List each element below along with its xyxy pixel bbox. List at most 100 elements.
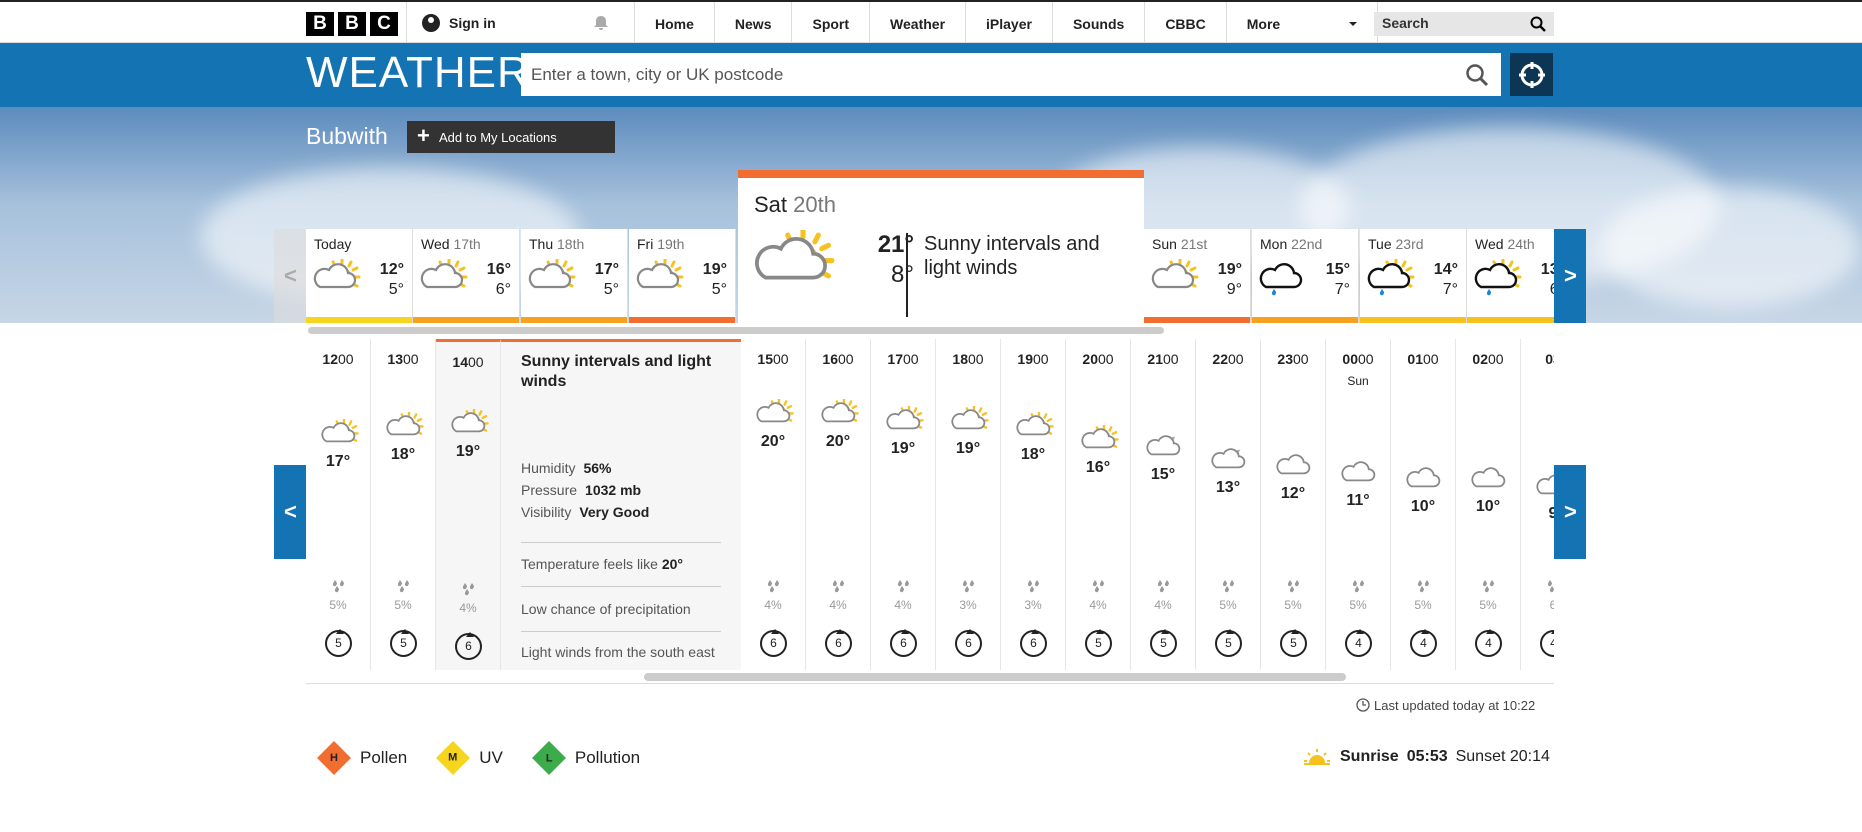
nav-sport[interactable]: Sport — [791, 2, 869, 44]
hour-column[interactable]: 0200 10° 5% 4 — [1456, 339, 1521, 670]
nav-iplayer[interactable]: iPlayer — [965, 2, 1052, 44]
hours-prev-button[interactable]: < — [274, 465, 306, 559]
bell-icon[interactable] — [592, 14, 610, 32]
clock-icon — [1356, 698, 1370, 712]
hour-column[interactable]: 1700 19° 4% 6 — [871, 339, 936, 670]
day-weekday: Sun — [1152, 236, 1177, 252]
day-tile[interactable]: Wed 17th 16° 6° — [413, 229, 520, 323]
hour-hours: 00 — [1342, 351, 1358, 367]
hour-column[interactable]: 2000 16° 4% 5 — [1066, 339, 1131, 670]
day-name: Tue 23rd — [1368, 236, 1424, 252]
day-tile[interactable]: Mon 22nd 15° 7° — [1252, 229, 1359, 323]
detail-title: Sunny intervals and light winds — [521, 353, 712, 390]
hourly-scrollbar[interactable] — [644, 673, 1346, 681]
nav-home[interactable]: Home — [634, 2, 714, 44]
hours-next-button[interactable]: > — [1554, 465, 1586, 559]
selected-day-card[interactable]: Sat 20th 21° 8° Sunny intervals and ligh… — [738, 170, 1144, 323]
day-tile[interactable]: Today 12° 5° — [306, 229, 413, 323]
bbc-logo-b2: B — [338, 12, 366, 36]
hour-column[interactable]: 1400 19° 4% 6 — [436, 339, 501, 670]
humidity-row: Humidity 56% — [521, 460, 612, 476]
add-to-my-locations-button[interactable]: + Add to My Locations — [407, 121, 615, 153]
light-rain-icon — [1258, 259, 1308, 304]
sign-in-link[interactable]: Sign in — [406, 2, 581, 44]
sunny-intervals-icon — [312, 257, 362, 304]
hour-time: 2100 — [1131, 351, 1195, 367]
day-tile[interactable]: Thu 18th 17° 5° — [521, 229, 628, 323]
top-nav: Home News Sport Weather iPlayer Sounds C… — [634, 2, 1378, 44]
sunny-intervals-icon — [885, 404, 925, 443]
precipitation-chance: 5% — [329, 598, 347, 612]
hour-column[interactable]: 1300 18° 5% 5 — [371, 339, 436, 670]
locate-me-button[interactable] — [1510, 53, 1553, 96]
hour-column[interactable]: 1800 19° 3% 6 — [936, 339, 1001, 670]
weather-logo[interactable]: WEATHER — [306, 48, 530, 98]
day-tile[interactable]: Fri 19th 19° 5° — [629, 229, 736, 323]
search-icon[interactable] — [1465, 63, 1489, 87]
day-name: Fri 19th — [637, 236, 684, 252]
index-uv[interactable]: M UV — [436, 741, 503, 775]
chevron-right-icon: > — [1564, 263, 1577, 288]
precipitation-chance: 3% — [959, 598, 977, 612]
location-search-input[interactable]: Enter a town, city or UK postcode — [521, 53, 1501, 96]
nav-cbbc[interactable]: CBBC — [1144, 2, 1225, 44]
days-prev-button[interactable]: < — [274, 229, 306, 323]
hour-temperature: 16° — [1085, 459, 1111, 476]
day-weekday: Thu — [529, 236, 554, 252]
rain-drops-icon — [1131, 579, 1195, 598]
user-icon — [422, 14, 440, 32]
precipitation-chance: 3% — [1024, 598, 1042, 612]
index-pollen[interactable]: H Pollen — [317, 741, 408, 775]
pressure-row: Pressure 1032 mb — [521, 482, 641, 498]
nav-weather[interactable]: Weather — [869, 2, 965, 44]
last-updated-text: Last updated today at 10:22 — [1374, 698, 1536, 713]
wind-text: Light winds from the south east — [521, 644, 715, 660]
index-label: Pollen — [360, 748, 408, 767]
hour-column[interactable]: 1500 20° 4% 6 — [741, 339, 806, 670]
hour-temperature: 19° — [455, 442, 481, 460]
hour-minutes: 00 — [968, 351, 984, 367]
rain-drops-icon — [1456, 579, 1520, 598]
index-pollution[interactable]: L Pollution — [531, 741, 640, 775]
nav-more[interactable]: More — [1225, 2, 1378, 44]
day-weekday: Wed — [1475, 236, 1504, 252]
hour-temperature: 17° — [325, 452, 351, 470]
precipitation-chance: 4% — [1089, 598, 1107, 612]
hour-column[interactable]: 0000 Sun 11° 5% 4 — [1326, 339, 1391, 670]
sunny-intervals-icon — [755, 397, 795, 436]
wind-speed: 6 — [1020, 629, 1047, 657]
sunny-intervals-icon — [752, 227, 837, 303]
hour-minutes: 00 — [903, 351, 919, 367]
hour-time: 2200 — [1196, 351, 1260, 367]
hour-hours: 23 — [1277, 351, 1293, 367]
day-strip-scrollbar[interactable] — [308, 327, 1164, 334]
days-next-button[interactable]: > — [1554, 229, 1586, 323]
day-weekday: Tue — [1368, 236, 1392, 252]
day-low: 5° — [603, 281, 619, 298]
visibility-label: Visibility — [521, 504, 572, 520]
hour-column[interactable]: 1200 17° 5% 5 — [306, 339, 371, 670]
nav-news[interactable]: News — [713, 2, 792, 44]
hour-column[interactable]: 2200 13° 5% 5 — [1196, 339, 1261, 670]
selected-day-high: 21° — [877, 231, 914, 258]
hour-column[interactable]: 2300 12° 5% 5 — [1261, 339, 1326, 670]
selected-day-weekday: Sat — [754, 192, 788, 217]
top-search-box[interactable]: Search — [1374, 12, 1554, 36]
bbc-logo[interactable]: B B C — [306, 12, 398, 36]
pressure-value: 1032 mb — [585, 482, 642, 498]
day-tile[interactable]: Sun 21st 19° 9° — [1144, 229, 1251, 323]
hour-column[interactable]: 2100 15° 4% 5 — [1131, 339, 1196, 670]
hour-column[interactable]: 1900 18° 3% 6 — [1001, 339, 1066, 670]
hour-column[interactable]: 0100 10° 5% 4 — [1391, 339, 1456, 670]
day-date: 17th — [453, 236, 481, 252]
day-tile[interactable]: Tue 23rd 14° 7° — [1360, 229, 1467, 323]
cloud-icon — [1340, 458, 1380, 495]
hour-column[interactable]: 03 9 6 4 — [1521, 339, 1554, 670]
sunny-showers-icon — [1473, 257, 1523, 304]
hour-column[interactable]: 1600 20° 4% 6 — [806, 339, 871, 670]
rain-drops-icon — [936, 579, 1000, 598]
location-search-placeholder: Enter a town, city or UK postcode — [531, 65, 784, 84]
wind-speed: 6 — [890, 629, 917, 657]
nav-sounds[interactable]: Sounds — [1051, 2, 1144, 44]
visibility-row: Visibility Very Good — [521, 504, 649, 520]
